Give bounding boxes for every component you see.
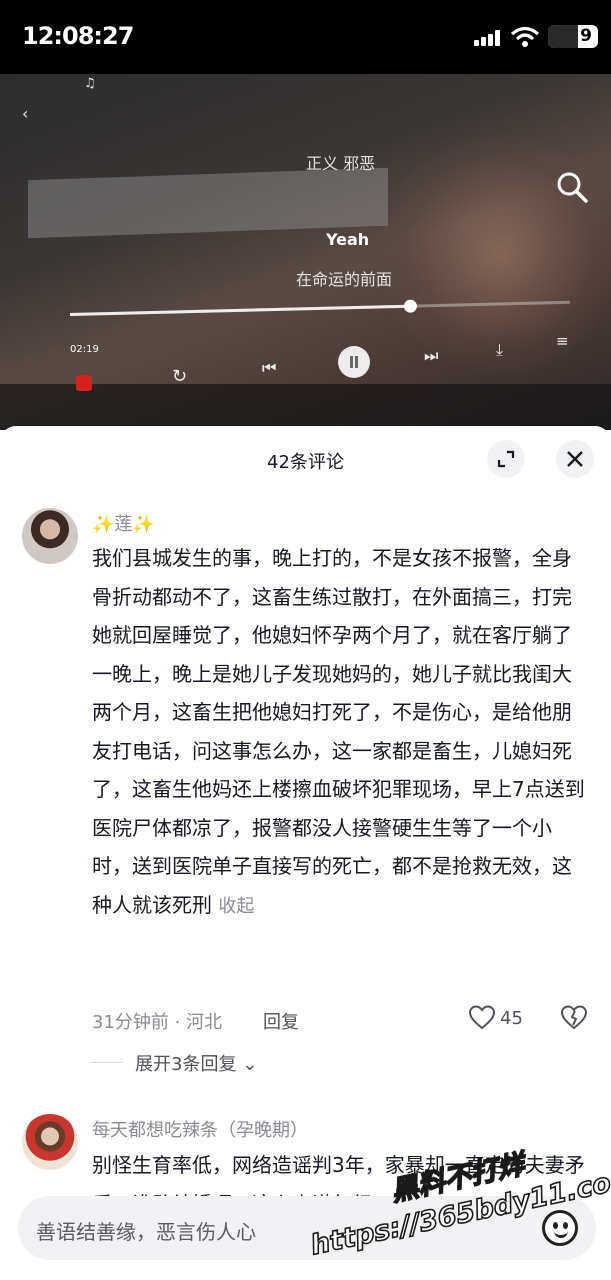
next-track-icon[interactable]: ⏭ [424,346,438,366]
video-player[interactable]: ‹ ♫ 正义 邪恶 Yeah 在命运的前面 02:19 ↻ ⏮ ⏭ ⤓ ≡ [0,74,611,430]
elapsed-time: 02:19 [70,344,99,355]
lyric-line: 正义 邪恶 [306,154,376,173]
expand-icon [497,450,515,468]
cellular-signal-icon [474,30,504,46]
close-icon [567,451,583,467]
expand-replies-label: 展开3条回复 [135,1054,237,1075]
comment-username[interactable]: ✨莲✨ [92,510,155,536]
heart-icon [468,1005,496,1030]
music-note-icon: ♫ [84,76,96,91]
search-icon[interactable] [555,170,589,204]
expand-replies-button[interactable]: 展开3条回复 ⌄ [89,1050,258,1076]
chevron-down-icon: ⌄ [242,1054,258,1075]
comment-time-location: 31分钟前 · 河北 [92,1012,223,1033]
lyric-line: 在命运的前面 [296,270,393,289]
collapse-link[interactable]: 收起 [218,896,254,917]
dislike-icon[interactable] [560,1004,588,1032]
pause-button[interactable] [338,346,370,378]
lyric-line: Yeah [326,230,370,249]
emoji-icon[interactable] [542,1210,578,1246]
comment-input-placeholder: 善语结善缘，恶言伤人心 [36,1220,256,1244]
download-icon[interactable]: ⤓ [496,340,503,360]
loop-icon[interactable]: ↻ [172,366,187,387]
playlist-icon[interactable]: ≡ [556,332,569,350]
fullscreen-button[interactable] [487,440,525,478]
status-time: 12:08:27 [22,22,134,50]
comment-body: 我们县城发生的事，晚上打的，不是女孩不报警，全身骨折动都动不了，这畜生练过散打，… [92,546,585,917]
progress-fill [69,304,410,316]
avatar[interactable] [22,1114,78,1170]
wifi-icon [510,26,540,47]
previous-track-icon[interactable]: ⏮ [262,358,276,378]
comment-username[interactable]: 每天都想吃辣条（孕晚期） [92,1116,308,1142]
reply-button[interactable]: 回复 [263,1008,299,1034]
status-bar: 12:08:27 9 [0,0,611,74]
close-button[interactable] [556,440,594,478]
record-icon [76,375,92,391]
back-icon[interactable]: ‹ [22,104,28,123]
avatar[interactable] [22,508,78,564]
battery-level: 9 [580,26,592,46]
comment-text: 我们县城发生的事，晚上打的，不是女孩不报警，全身骨折动都动不了，这畜生练过散打，… [92,539,587,926]
like-count: 45 [500,1008,523,1029]
battery-icon: 9 [548,25,598,48]
